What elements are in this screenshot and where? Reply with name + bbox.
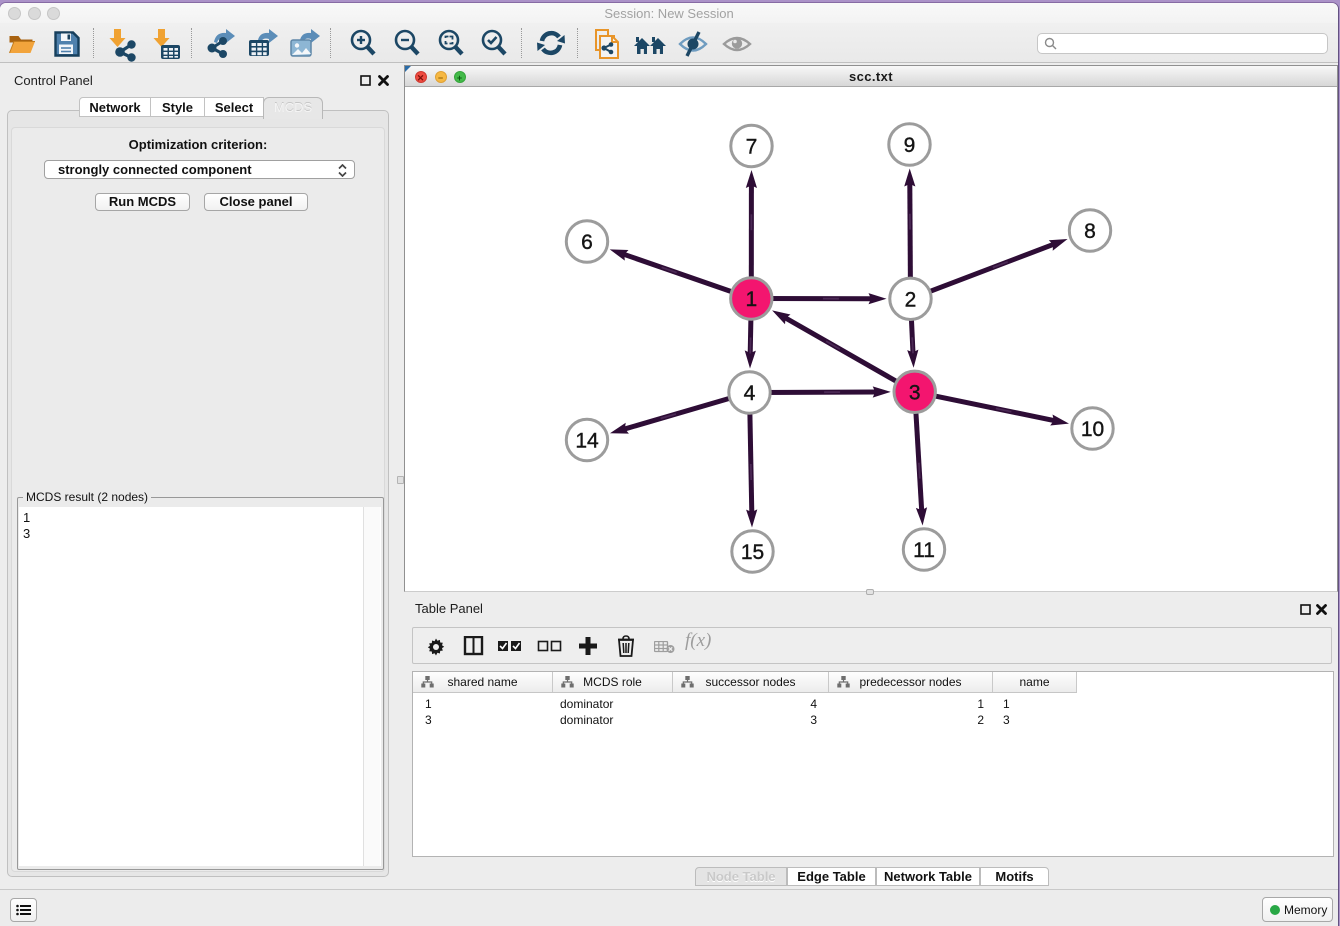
svg-text:15: 15: [741, 541, 764, 564]
svg-text:1: 1: [745, 288, 757, 311]
svg-text:10: 10: [1081, 418, 1104, 441]
svg-text:11: 11: [913, 539, 935, 562]
svg-text:3: 3: [909, 381, 921, 404]
svg-text:7: 7: [746, 136, 758, 159]
svg-text:4: 4: [744, 382, 756, 405]
svg-text:6: 6: [581, 231, 593, 254]
svg-text:9: 9: [904, 134, 916, 157]
svg-text:14: 14: [575, 430, 599, 453]
svg-text:2: 2: [905, 288, 917, 311]
svg-text:8: 8: [1084, 220, 1096, 243]
